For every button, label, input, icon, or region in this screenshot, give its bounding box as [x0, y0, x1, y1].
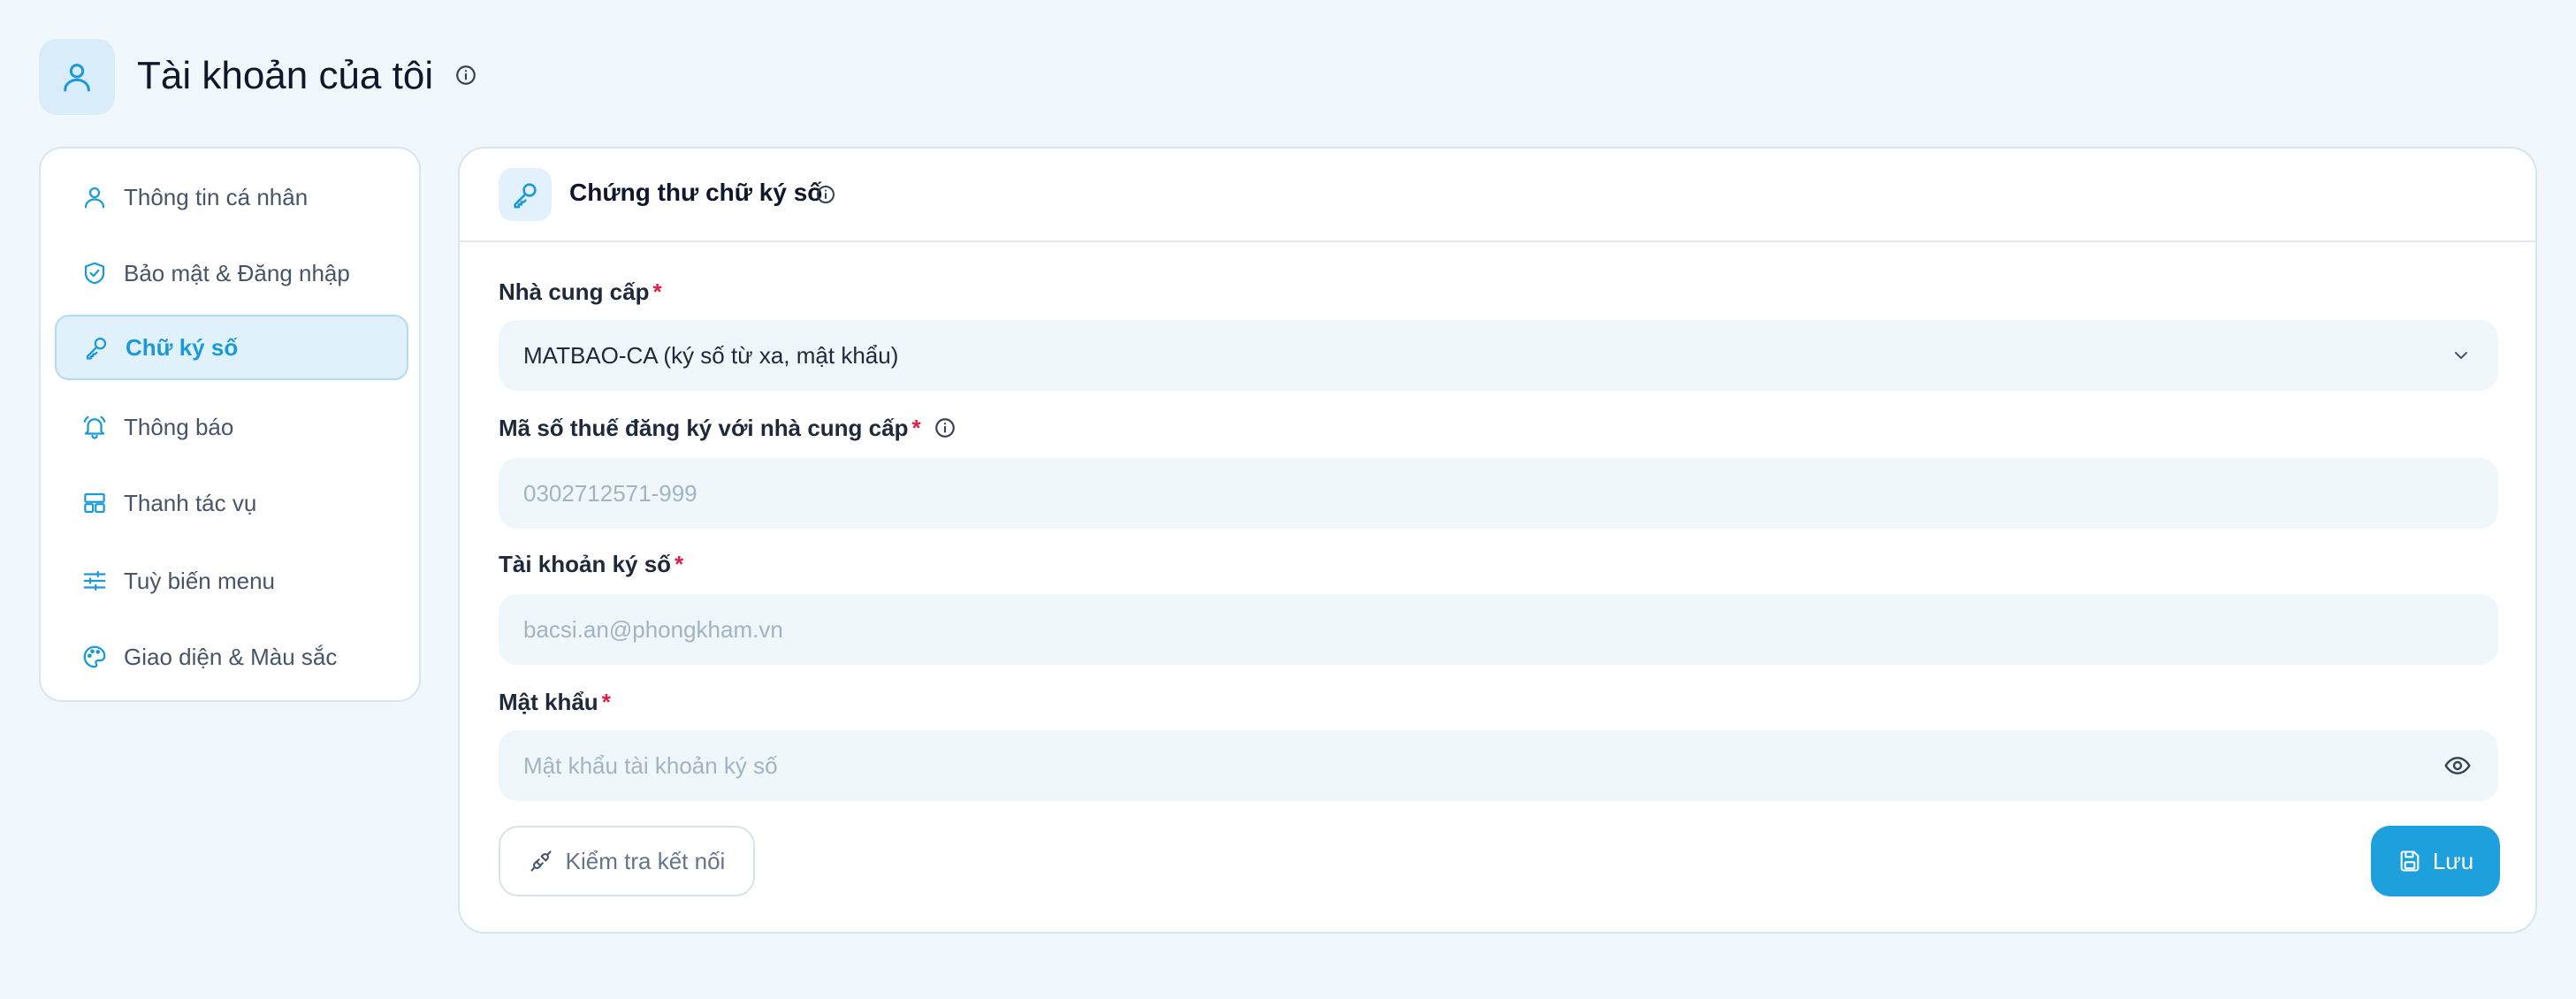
sidebar-item-label: Giao diện & Màu sắc	[124, 643, 338, 670]
key-icon	[81, 332, 111, 362]
tax-code-label: Mã số thuế đăng ký với nhà cung cấp *	[499, 412, 956, 444]
sidebar-item-security[interactable]: Bảo mật & Đăng nhập	[55, 240, 408, 306]
palette-icon	[80, 642, 110, 672]
sidebar-item-label: Thông báo	[124, 413, 234, 440]
account-label: Tài khoản ký số *	[499, 548, 683, 580]
sidebar-item-taskbar[interactable]: Thanh tác vụ	[55, 470, 408, 536]
sidebar-item-label: Thông tin cá nhân	[124, 183, 309, 210]
eye-icon[interactable]	[2443, 751, 2472, 780]
save-label: Lưu	[2432, 847, 2474, 874]
plug-icon	[529, 849, 553, 873]
required-mark: *	[911, 415, 921, 441]
provider-select[interactable]: MATBAO-CA (ký số từ xa, mật khẩu)	[499, 320, 2498, 391]
tax-code-info-icon[interactable]	[934, 416, 956, 439]
digital-certificate-card: Chứng thư chữ ký số Nhà cung cấp * MATBAO…	[458, 147, 2537, 934]
shield-check-icon	[80, 258, 110, 288]
sidebar-item-label: Thanh tác vụ	[124, 489, 257, 516]
sidebar-item-notifications[interactable]: Thông báo	[55, 394, 408, 460]
tax-code-input[interactable]: 0302712571-999	[499, 458, 2498, 529]
card-header: Chứng thư chữ ký số	[460, 149, 2535, 242]
header-avatar	[39, 39, 115, 115]
page-title: Tài khoản của tôi	[137, 54, 434, 97]
key-icon	[499, 168, 552, 221]
sidebar-item-personal-info[interactable]: Thông tin cá nhân	[55, 164, 408, 230]
password-label: Mật khẩu *	[499, 686, 611, 718]
sidebar-item-digital-signature[interactable]: Chữ ký số	[55, 315, 408, 380]
account-input[interactable]: bacsi.an@phongkham.vn	[499, 594, 2498, 665]
settings-sidebar: Thông tin cá nhân Bảo mật & Đăng nhập Ch…	[39, 147, 421, 702]
layout-icon	[80, 488, 110, 518]
card-title: Chứng thư chữ ký số	[569, 179, 823, 206]
page-info-icon[interactable]	[454, 64, 477, 87]
chevron-down-icon	[2450, 345, 2472, 366]
provider-label: Nhà cung cấp *	[499, 276, 662, 308]
required-mark: *	[652, 278, 662, 305]
sidebar-item-appearance[interactable]: Giao diện & Màu sắc	[55, 624, 408, 690]
account-placeholder: bacsi.an@phongkham.vn	[523, 615, 783, 643]
required-mark: *	[674, 551, 684, 577]
user-icon	[64, 64, 90, 92]
sliders-icon	[80, 566, 110, 596]
tax-code-placeholder: 0302712571-999	[523, 479, 697, 507]
bell-icon	[80, 412, 110, 442]
sidebar-item-menu-customize[interactable]: Tuỳ biến menu	[55, 548, 408, 614]
provider-selected-value: MATBAO-CA (ký số từ xa, mật khẩu)	[523, 341, 899, 369]
required-mark: *	[601, 689, 611, 715]
save-icon	[2397, 849, 2422, 873]
test-connection-label: Kiểm tra kết nối	[565, 847, 726, 874]
card-info-icon[interactable]	[815, 184, 836, 205]
password-input[interactable]: Mật khẩu tài khoản ký số	[499, 730, 2498, 801]
test-connection-button[interactable]: Kiểm tra kết nối	[499, 826, 755, 896]
user-icon	[80, 182, 110, 212]
password-placeholder: Mật khẩu tài khoản ký số	[523, 751, 778, 779]
save-button[interactable]: Lưu	[2371, 826, 2500, 896]
sidebar-item-label: Chữ ký số	[126, 333, 239, 361]
sidebar-item-label: Bảo mật & Đăng nhập	[124, 259, 350, 286]
sidebar-item-label: Tuỳ biến menu	[124, 567, 276, 594]
